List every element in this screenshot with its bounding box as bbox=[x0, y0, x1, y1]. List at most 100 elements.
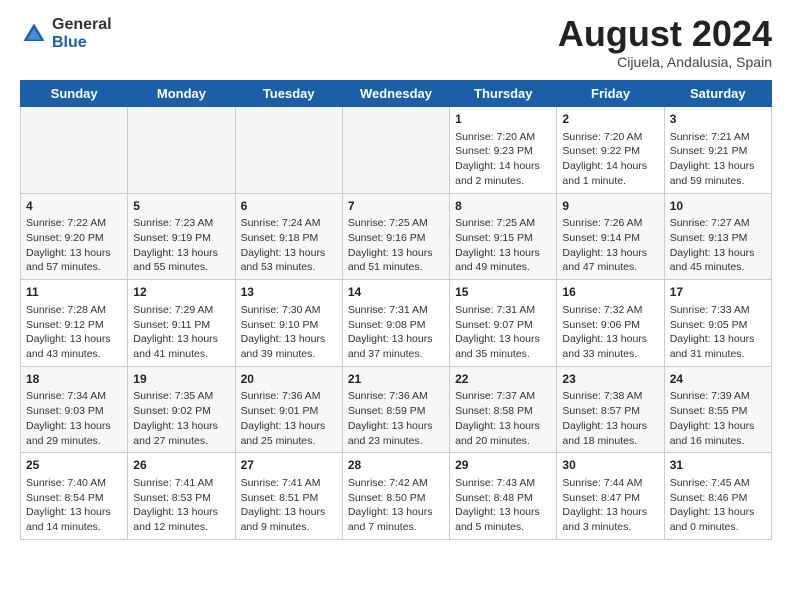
day-number: 3 bbox=[670, 111, 766, 128]
calendar-cell bbox=[342, 107, 449, 194]
day-number: 16 bbox=[562, 284, 658, 301]
day-number: 24 bbox=[670, 371, 766, 388]
day-number: 14 bbox=[348, 284, 444, 301]
day-number: 23 bbox=[562, 371, 658, 388]
day-info: Sunrise: 7:37 AM Sunset: 8:58 PM Dayligh… bbox=[455, 390, 540, 446]
page: General Blue August 2024 Cijuela, Andalu… bbox=[0, 0, 792, 612]
day-number: 5 bbox=[133, 198, 229, 215]
day-number: 19 bbox=[133, 371, 229, 388]
day-number: 28 bbox=[348, 457, 444, 474]
weekday-header-tuesday: Tuesday bbox=[235, 81, 342, 107]
day-info: Sunrise: 7:41 AM Sunset: 8:51 PM Dayligh… bbox=[241, 477, 326, 533]
location: Cijuela, Andalusia, Spain bbox=[558, 54, 772, 70]
weekday-header-saturday: Saturday bbox=[664, 81, 771, 107]
day-number: 8 bbox=[455, 198, 551, 215]
week-row-2: 4 Sunrise: 7:22 AM Sunset: 9:20 PM Daylig… bbox=[21, 193, 772, 280]
calendar-cell: 10Sunrise: 7:27 AM Sunset: 9:13 PM Dayli… bbox=[664, 193, 771, 280]
week-row-1: 1 Sunrise: 7:20 AM Sunset: 9:23 PM Daylig… bbox=[21, 107, 772, 194]
day-number: 21 bbox=[348, 371, 444, 388]
day-info: Sunrise: 7:34 AM Sunset: 9:03 PM Dayligh… bbox=[26, 390, 111, 446]
month-title: August 2024 bbox=[558, 16, 772, 52]
calendar-cell: 20Sunrise: 7:36 AM Sunset: 9:01 PM Dayli… bbox=[235, 366, 342, 453]
day-info: Sunrise: 7:38 AM Sunset: 8:57 PM Dayligh… bbox=[562, 390, 647, 446]
calendar-cell: 11 Sunrise: 7:28 AM Sunset: 9:12 PM Dayli… bbox=[21, 280, 128, 367]
day-number: 31 bbox=[670, 457, 766, 474]
day-number: 26 bbox=[133, 457, 229, 474]
day-number: 10 bbox=[670, 198, 766, 215]
calendar-cell: 7 Sunrise: 7:25 AM Sunset: 9:16 PM Daylig… bbox=[342, 193, 449, 280]
calendar-cell: 31 Sunrise: 7:45 AM Sunset: 8:46 PM Dayli… bbox=[664, 453, 771, 540]
week-row-3: 11 Sunrise: 7:28 AM Sunset: 9:12 PM Dayli… bbox=[21, 280, 772, 367]
week-row-5: 25 Sunrise: 7:40 AM Sunset: 8:54 PM Dayli… bbox=[21, 453, 772, 540]
weekday-header-thursday: Thursday bbox=[450, 81, 557, 107]
day-number: 7 bbox=[348, 198, 444, 215]
day-info: Sunrise: 7:32 AM Sunset: 9:06 PM Dayligh… bbox=[562, 304, 647, 360]
day-info: Sunrise: 7:44 AM Sunset: 8:47 PM Dayligh… bbox=[562, 477, 647, 533]
calendar-cell: 9Sunrise: 7:26 AM Sunset: 9:14 PM Daylig… bbox=[557, 193, 664, 280]
day-info: Sunrise: 7:24 AM Sunset: 9:18 PM Dayligh… bbox=[241, 217, 326, 273]
calendar-cell: 19 Sunrise: 7:35 AM Sunset: 9:02 PM Dayli… bbox=[128, 366, 235, 453]
day-number: 17 bbox=[670, 284, 766, 301]
day-number: 27 bbox=[241, 457, 337, 474]
day-number: 13 bbox=[241, 284, 337, 301]
day-info: Sunrise: 7:31 AM Sunset: 9:07 PM Dayligh… bbox=[455, 304, 540, 360]
day-info: Sunrise: 7:36 AM Sunset: 8:59 PM Dayligh… bbox=[348, 390, 433, 446]
day-number: 4 bbox=[26, 198, 122, 215]
logo-blue-text: Blue bbox=[52, 34, 112, 52]
calendar-cell: 17Sunrise: 7:33 AM Sunset: 9:05 PM Dayli… bbox=[664, 280, 771, 367]
day-info: Sunrise: 7:42 AM Sunset: 8:50 PM Dayligh… bbox=[348, 477, 433, 533]
day-info: Sunrise: 7:45 AM Sunset: 8:46 PM Dayligh… bbox=[670, 477, 755, 533]
weekday-header-friday: Friday bbox=[557, 81, 664, 107]
logo-icon bbox=[20, 20, 48, 48]
weekday-header-wednesday: Wednesday bbox=[342, 81, 449, 107]
day-info: Sunrise: 7:41 AM Sunset: 8:53 PM Dayligh… bbox=[133, 477, 218, 533]
day-info: Sunrise: 7:25 AM Sunset: 9:15 PM Dayligh… bbox=[455, 217, 540, 273]
logo-text: General Blue bbox=[52, 16, 112, 51]
day-number: 1 bbox=[455, 111, 551, 128]
calendar-cell: 24Sunrise: 7:39 AM Sunset: 8:55 PM Dayli… bbox=[664, 366, 771, 453]
calendar-cell: 8 Sunrise: 7:25 AM Sunset: 9:15 PM Daylig… bbox=[450, 193, 557, 280]
day-number: 25 bbox=[26, 457, 122, 474]
calendar-cell: 16 Sunrise: 7:32 AM Sunset: 9:06 PM Dayli… bbox=[557, 280, 664, 367]
title-section: August 2024 Cijuela, Andalusia, Spain bbox=[558, 16, 772, 70]
calendar-cell: 1 Sunrise: 7:20 AM Sunset: 9:23 PM Daylig… bbox=[450, 107, 557, 194]
day-number: 22 bbox=[455, 371, 551, 388]
calendar-cell: 26 Sunrise: 7:41 AM Sunset: 8:53 PM Dayli… bbox=[128, 453, 235, 540]
calendar-cell: 28 Sunrise: 7:42 AM Sunset: 8:50 PM Dayli… bbox=[342, 453, 449, 540]
calendar-cell: 21 Sunrise: 7:36 AM Sunset: 8:59 PM Dayli… bbox=[342, 366, 449, 453]
calendar-cell: 18Sunrise: 7:34 AM Sunset: 9:03 PM Dayli… bbox=[21, 366, 128, 453]
calendar-cell: 30 Sunrise: 7:44 AM Sunset: 8:47 PM Dayli… bbox=[557, 453, 664, 540]
calendar-cell: 27 Sunrise: 7:41 AM Sunset: 8:51 PM Dayli… bbox=[235, 453, 342, 540]
logo: General Blue bbox=[20, 16, 112, 51]
calendar-cell bbox=[128, 107, 235, 194]
weekday-header-monday: Monday bbox=[128, 81, 235, 107]
day-info: Sunrise: 7:20 AM Sunset: 9:23 PM Dayligh… bbox=[455, 131, 540, 187]
day-info: Sunrise: 7:22 AM Sunset: 9:20 PM Dayligh… bbox=[26, 217, 111, 273]
day-info: Sunrise: 7:40 AM Sunset: 8:54 PM Dayligh… bbox=[26, 477, 111, 533]
day-number: 2 bbox=[562, 111, 658, 128]
day-info: Sunrise: 7:43 AM Sunset: 8:48 PM Dayligh… bbox=[455, 477, 540, 533]
day-info: Sunrise: 7:25 AM Sunset: 9:16 PM Dayligh… bbox=[348, 217, 433, 273]
day-number: 11 bbox=[26, 284, 122, 301]
calendar-cell: 4 Sunrise: 7:22 AM Sunset: 9:20 PM Daylig… bbox=[21, 193, 128, 280]
day-info: Sunrise: 7:30 AM Sunset: 9:10 PM Dayligh… bbox=[241, 304, 326, 360]
calendar-cell: 2 Sunrise: 7:20 AM Sunset: 9:22 PM Daylig… bbox=[557, 107, 664, 194]
calendar-cell bbox=[235, 107, 342, 194]
logo-general-text: General bbox=[52, 16, 112, 34]
day-info: Sunrise: 7:36 AM Sunset: 9:01 PM Dayligh… bbox=[241, 390, 326, 446]
calendar-cell: 22 Sunrise: 7:37 AM Sunset: 8:58 PM Dayli… bbox=[450, 366, 557, 453]
day-info: Sunrise: 7:20 AM Sunset: 9:22 PM Dayligh… bbox=[562, 131, 647, 187]
day-number: 15 bbox=[455, 284, 551, 301]
day-number: 29 bbox=[455, 457, 551, 474]
day-number: 30 bbox=[562, 457, 658, 474]
calendar-cell: 23 Sunrise: 7:38 AM Sunset: 8:57 PM Dayli… bbox=[557, 366, 664, 453]
day-info: Sunrise: 7:28 AM Sunset: 9:12 PM Dayligh… bbox=[26, 304, 111, 360]
header: General Blue August 2024 Cijuela, Andalu… bbox=[20, 16, 772, 70]
calendar-cell: 13 Sunrise: 7:30 AM Sunset: 9:10 PM Dayli… bbox=[235, 280, 342, 367]
day-info: Sunrise: 7:26 AM Sunset: 9:14 PM Dayligh… bbox=[562, 217, 647, 273]
day-info: Sunrise: 7:29 AM Sunset: 9:11 PM Dayligh… bbox=[133, 304, 218, 360]
calendar-cell: 6Sunrise: 7:24 AM Sunset: 9:18 PM Daylig… bbox=[235, 193, 342, 280]
calendar-cell bbox=[21, 107, 128, 194]
day-info: Sunrise: 7:35 AM Sunset: 9:02 PM Dayligh… bbox=[133, 390, 218, 446]
calendar-cell: 14Sunrise: 7:31 AM Sunset: 9:08 PM Dayli… bbox=[342, 280, 449, 367]
